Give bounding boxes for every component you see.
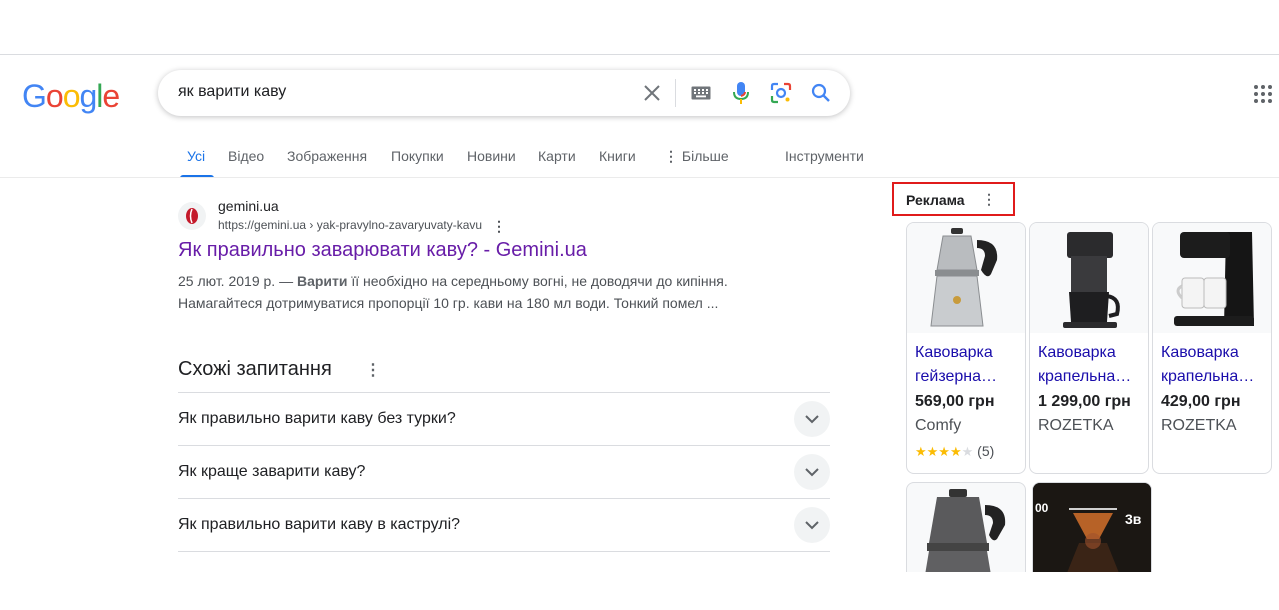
question-text: Як правильно варити каву в каструлі? bbox=[178, 516, 461, 533]
question-item[interactable]: Як правильно варити каву в каструлі? bbox=[178, 498, 830, 551]
more-vert-icon: ⋮ bbox=[664, 148, 678, 164]
tab-news[interactable]: Новини bbox=[467, 148, 516, 164]
product-store: ROZETKA bbox=[1038, 417, 1114, 434]
star-rating-icon: ★★★★★ bbox=[915, 444, 974, 459]
site-favicon-icon[interactable] bbox=[178, 202, 206, 230]
apps-grid-icon[interactable] bbox=[1253, 84, 1273, 104]
product-card[interactable]: Кавоварка гейзерна… 569,00 грн Comfy ★★★… bbox=[906, 222, 1026, 474]
related-questions-title: Схожі запитання bbox=[178, 358, 332, 380]
question-item[interactable]: Як краще заварити каву? bbox=[178, 445, 830, 498]
logo-letter: G bbox=[22, 78, 47, 114]
site-name[interactable]: gemini.ua bbox=[218, 198, 279, 214]
product-store: ROZETKA bbox=[1161, 417, 1237, 434]
product-card[interactable]: Кавоварка крапельна… 1 299,00 грн ROZETK… bbox=[1029, 222, 1149, 474]
top-divider bbox=[0, 54, 1279, 55]
tabs-divider bbox=[0, 177, 1279, 178]
related-questions-menu-icon[interactable]: ⋮ bbox=[365, 360, 381, 380]
product-price: 1 299,00 грн bbox=[1038, 393, 1131, 410]
tab-tools[interactable]: Інструменти bbox=[785, 148, 864, 164]
tab-more-label: Більше bbox=[681, 148, 729, 164]
microphone-icon[interactable] bbox=[729, 81, 753, 105]
logo-letter: e bbox=[102, 78, 120, 114]
questions-bottom-divider bbox=[178, 551, 830, 552]
tab-shopping[interactable]: Покупки bbox=[391, 148, 444, 164]
product-store: Comfy bbox=[915, 417, 962, 434]
ads-menu-icon[interactable]: ⋮ bbox=[982, 191, 996, 208]
partial-image-text: 00 bbox=[1035, 501, 1049, 515]
search-divider bbox=[675, 79, 676, 107]
product-rating: ★★★★★ (5) bbox=[915, 443, 994, 460]
result-title-link[interactable]: Як правильно заварювати каву? - Gemini.u… bbox=[178, 239, 587, 262]
result-menu-icon[interactable]: ⋮ bbox=[492, 218, 506, 235]
ads-label: Реклама bbox=[906, 192, 965, 208]
search-input[interactable]: як варити каву bbox=[178, 83, 286, 101]
question-text: Як правильно варити каву без турки? bbox=[178, 410, 456, 427]
product-name-link[interactable]: Кавоварка крапельна… bbox=[1161, 341, 1269, 389]
question-text: Як краще заварити каву? bbox=[178, 463, 366, 480]
product-image-drip-coffee-maker[interactable] bbox=[1030, 223, 1148, 333]
tab-more[interactable]: ⋮ Більше bbox=[664, 148, 729, 165]
product-image-pour-over[interactable] bbox=[1033, 483, 1151, 572]
tab-all[interactable]: Усі bbox=[187, 148, 205, 164]
product-image-two-cup-coffee-maker[interactable] bbox=[1153, 223, 1271, 333]
chevron-down-icon[interactable] bbox=[794, 454, 830, 490]
result-date: 25 лют. 2019 р. — bbox=[178, 273, 297, 289]
product-price: 569,00 грн bbox=[915, 393, 995, 410]
search-box[interactable]: як варити каву bbox=[158, 70, 850, 116]
site-url[interactable]: https://gemini.ua › yak-pravylno-zavaryu… bbox=[218, 218, 482, 232]
clear-icon[interactable] bbox=[640, 81, 664, 105]
product-price: 429,00 грн bbox=[1161, 393, 1241, 410]
review-count: (5) bbox=[977, 443, 995, 459]
question-item[interactable]: Як правильно варити каву без турки? bbox=[178, 392, 830, 445]
tab-images[interactable]: Зображення bbox=[287, 148, 367, 164]
keyboard-icon[interactable] bbox=[689, 81, 713, 105]
product-card-partial[interactable]: 00 3в bbox=[1032, 482, 1152, 572]
product-name-link[interactable]: Кавоварка крапельна… bbox=[1038, 341, 1146, 389]
search-tabs: Усі Відео Зображення Покупки Новини Карт… bbox=[0, 140, 1279, 178]
google-logo[interactable]: Google bbox=[22, 78, 120, 114]
logo-letter: g bbox=[79, 78, 97, 114]
tab-video[interactable]: Відео bbox=[228, 148, 264, 164]
chevron-down-icon[interactable] bbox=[794, 401, 830, 437]
tab-maps[interactable]: Карти bbox=[538, 148, 576, 164]
product-name-link[interactable]: Кавоварка гейзерна… bbox=[915, 341, 1023, 389]
snippet-bold: Варити bbox=[296, 273, 348, 289]
search-icon[interactable] bbox=[809, 81, 833, 105]
partial-image-text: 3в bbox=[1125, 511, 1142, 527]
product-card-partial[interactable] bbox=[906, 482, 1026, 572]
related-questions-list: Як правильно варити каву без турки? Як к… bbox=[178, 392, 830, 551]
camera-lens-icon[interactable] bbox=[769, 81, 793, 105]
result-snippet: 25 лют. 2019 р. — Варити її необхідно на… bbox=[178, 270, 738, 314]
product-image-granite-moka-pot[interactable] bbox=[907, 483, 1025, 572]
logo-letter: o bbox=[45, 78, 64, 114]
logo-letter: o bbox=[62, 78, 81, 114]
product-image-moka-pot[interactable] bbox=[907, 223, 1025, 333]
product-card[interactable]: Кавоварка крапельна… 429,00 грн ROZETKA bbox=[1152, 222, 1272, 474]
chevron-down-icon[interactable] bbox=[794, 507, 830, 543]
tab-books[interactable]: Книги bbox=[599, 148, 636, 164]
